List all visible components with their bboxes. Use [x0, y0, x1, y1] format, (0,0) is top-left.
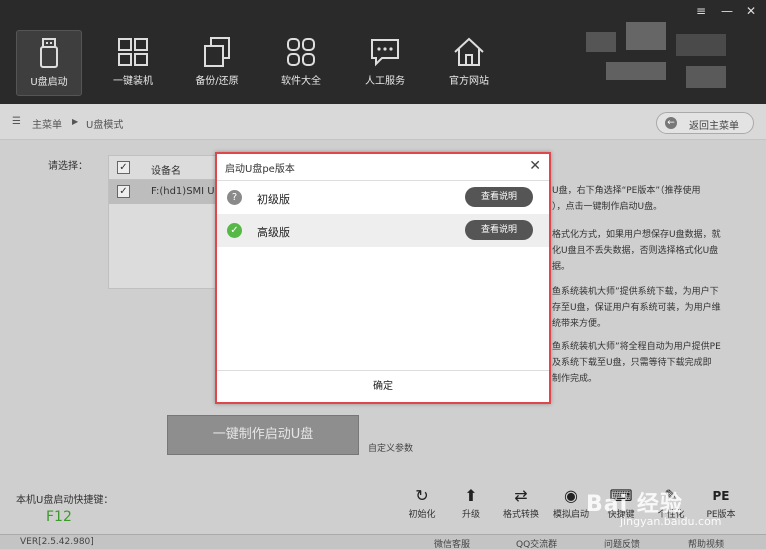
instruction-line: 鱼系统装机大师”提供系统下载，为用户下	[552, 287, 719, 297]
device-table-header: ✓ 设备名	[109, 156, 217, 180]
select-all-checkbox[interactable]: ✓	[117, 161, 130, 174]
instruction-line: 据。	[552, 262, 571, 272]
instruction-line: 鱼系统装机大师”将全程自动为用户提供PE	[552, 342, 721, 352]
instruction-line: 格式化方式，如果用户想保存U盘数据，就	[552, 230, 721, 240]
nav-label: 备份/还原	[195, 76, 239, 87]
nav-label: 软件大全	[281, 76, 321, 87]
tool-label: 模拟启动	[552, 510, 589, 520]
custom-params-link[interactable]: 自定义参数	[368, 441, 413, 454]
baidu-watermark: Bai 经验	[586, 492, 683, 517]
hotkey-label: 本机U盘启动快捷键：	[16, 495, 114, 506]
convert-icon: ⇄	[514, 486, 528, 505]
close-icon[interactable]: ✕	[529, 158, 541, 174]
nav-label: U盘启动	[30, 77, 68, 88]
confirm-button[interactable]: 确定	[217, 370, 549, 402]
menu-button[interactable]: ≡	[694, 4, 708, 18]
hotkey-value: F12	[46, 509, 72, 525]
breadcrumb-root[interactable]: 主菜单	[32, 116, 62, 131]
device-name-header: 设备名	[151, 166, 181, 177]
minimize-button[interactable]: —	[720, 4, 734, 18]
select-label: 请选择：	[48, 161, 88, 172]
nav-software[interactable]: 软件大全	[268, 30, 334, 96]
tool-upgrade[interactable]: ⬆ 升级	[451, 485, 491, 520]
view-description-button[interactable]: 查看说明	[465, 187, 533, 207]
question-icon: ?	[227, 190, 242, 205]
make-boot-usb-button[interactable]: 一键制作启动U盘	[167, 415, 359, 455]
nav-one-click-install[interactable]: 一键装机	[100, 30, 166, 96]
dialog-title: 启动U盘pe版本	[225, 164, 295, 175]
usb-drive-icon	[40, 38, 58, 68]
eye-icon: ◉	[564, 486, 578, 505]
list-icon: ☰	[12, 116, 21, 127]
device-table: ✓ 设备名 ✓ F:(hd1)SMI US	[108, 155, 221, 289]
tool-label: 升级	[461, 510, 480, 520]
check-icon: ✓	[227, 223, 242, 238]
instruction-line: 统带来方便。	[552, 319, 607, 329]
blurred-logo-area	[586, 22, 736, 94]
instruction-line: 存至U盘，保证用户有系统可装，为用户维	[552, 303, 721, 313]
device-checkbox[interactable]: ✓	[117, 185, 130, 198]
option-label: 初级版	[257, 193, 290, 206]
instruction-line: 制作完成。	[552, 374, 598, 384]
pe-icon: PE	[712, 489, 730, 503]
back-to-main-button[interactable]: ← 返回主菜单	[656, 112, 754, 134]
software-grid-icon	[287, 38, 315, 66]
nav-label: 官方网站	[449, 76, 489, 87]
instruction-line: 化U盘且不丢失数据，否则选择格式化U盘	[552, 246, 719, 256]
instruction-line: ），点击一键制作启动U盘。	[552, 202, 663, 212]
reset-icon: ↻	[415, 486, 429, 505]
tool-label: 初始化	[408, 510, 436, 520]
option-basic[interactable]: ? 初级版 查看说明	[217, 181, 549, 214]
windows-icon	[118, 38, 148, 66]
breadcrumb-bar: ☰ 主菜单 ▶ U盘模式 ← 返回主菜单	[0, 104, 766, 140]
backup-restore-icon	[204, 37, 230, 67]
tool-initialize[interactable]: ↻ 初始化	[402, 485, 442, 520]
status-bar: VER[2.5.42.980] 微信客服 QQ交流群 问题反馈 帮助视频	[0, 534, 766, 550]
option-label: 高级版	[257, 226, 290, 239]
device-name: F:(hd1)SMI US	[151, 186, 221, 197]
nav-label: 人工服务	[365, 76, 405, 87]
chat-service-icon	[371, 39, 399, 67]
breadcrumb-separator-icon: ▶	[72, 117, 79, 126]
close-window-button[interactable]: ✕	[744, 4, 758, 18]
wechat-service-link[interactable]: 微信客服	[434, 537, 470, 550]
option-advanced[interactable]: ✓ 高级版 查看说明	[217, 214, 549, 247]
top-navigation-bar: ≡ — ✕ U盘启动 一键装机 备份/还原 软件大全 人工服务 官方网站	[0, 0, 766, 104]
view-description-button[interactable]: 查看说明	[465, 220, 533, 240]
upload-icon: ⬆	[464, 486, 478, 505]
tool-label: 格式转换	[502, 510, 539, 520]
nav-usb-boot[interactable]: U盘启动	[16, 30, 82, 96]
back-button-label: 返回主菜单	[689, 121, 739, 132]
feedback-link[interactable]: 问题反馈	[604, 537, 640, 550]
help-video-link[interactable]: 帮助视频	[688, 537, 724, 550]
nav-backup-restore[interactable]: 备份/还原	[184, 30, 250, 96]
nav-label: 一键装机	[113, 76, 153, 87]
tool-format-convert[interactable]: ⇄ 格式转换	[501, 485, 541, 520]
baidu-watermark-url: jingyan.baidu.com	[620, 515, 722, 528]
table-row[interactable]: ✓ F:(hd1)SMI US	[109, 180, 221, 204]
instruction-line: 及系统下载至U盘，只需等待下载完成即	[552, 358, 712, 368]
version-text: VER[2.5.42.980]	[20, 537, 94, 547]
tool-simulate-boot[interactable]: ◉ 模拟启动	[551, 485, 591, 520]
breadcrumb-current: U盘模式	[86, 120, 124, 131]
nav-official-site[interactable]: 官方网站	[436, 30, 502, 96]
home-icon	[454, 37, 484, 66]
pe-version-dialog: 启动U盘pe版本 ✕ ? 初级版 查看说明 ✓ 高级版 查看说明 确定	[215, 152, 551, 404]
instruction-line: U盘，右下角选择“PE版本”（推荐使用	[552, 186, 701, 196]
qq-group-link[interactable]: QQ交流群	[516, 537, 557, 550]
nav-manual-service[interactable]: 人工服务	[352, 30, 418, 96]
back-arrow-icon: ←	[665, 117, 677, 129]
